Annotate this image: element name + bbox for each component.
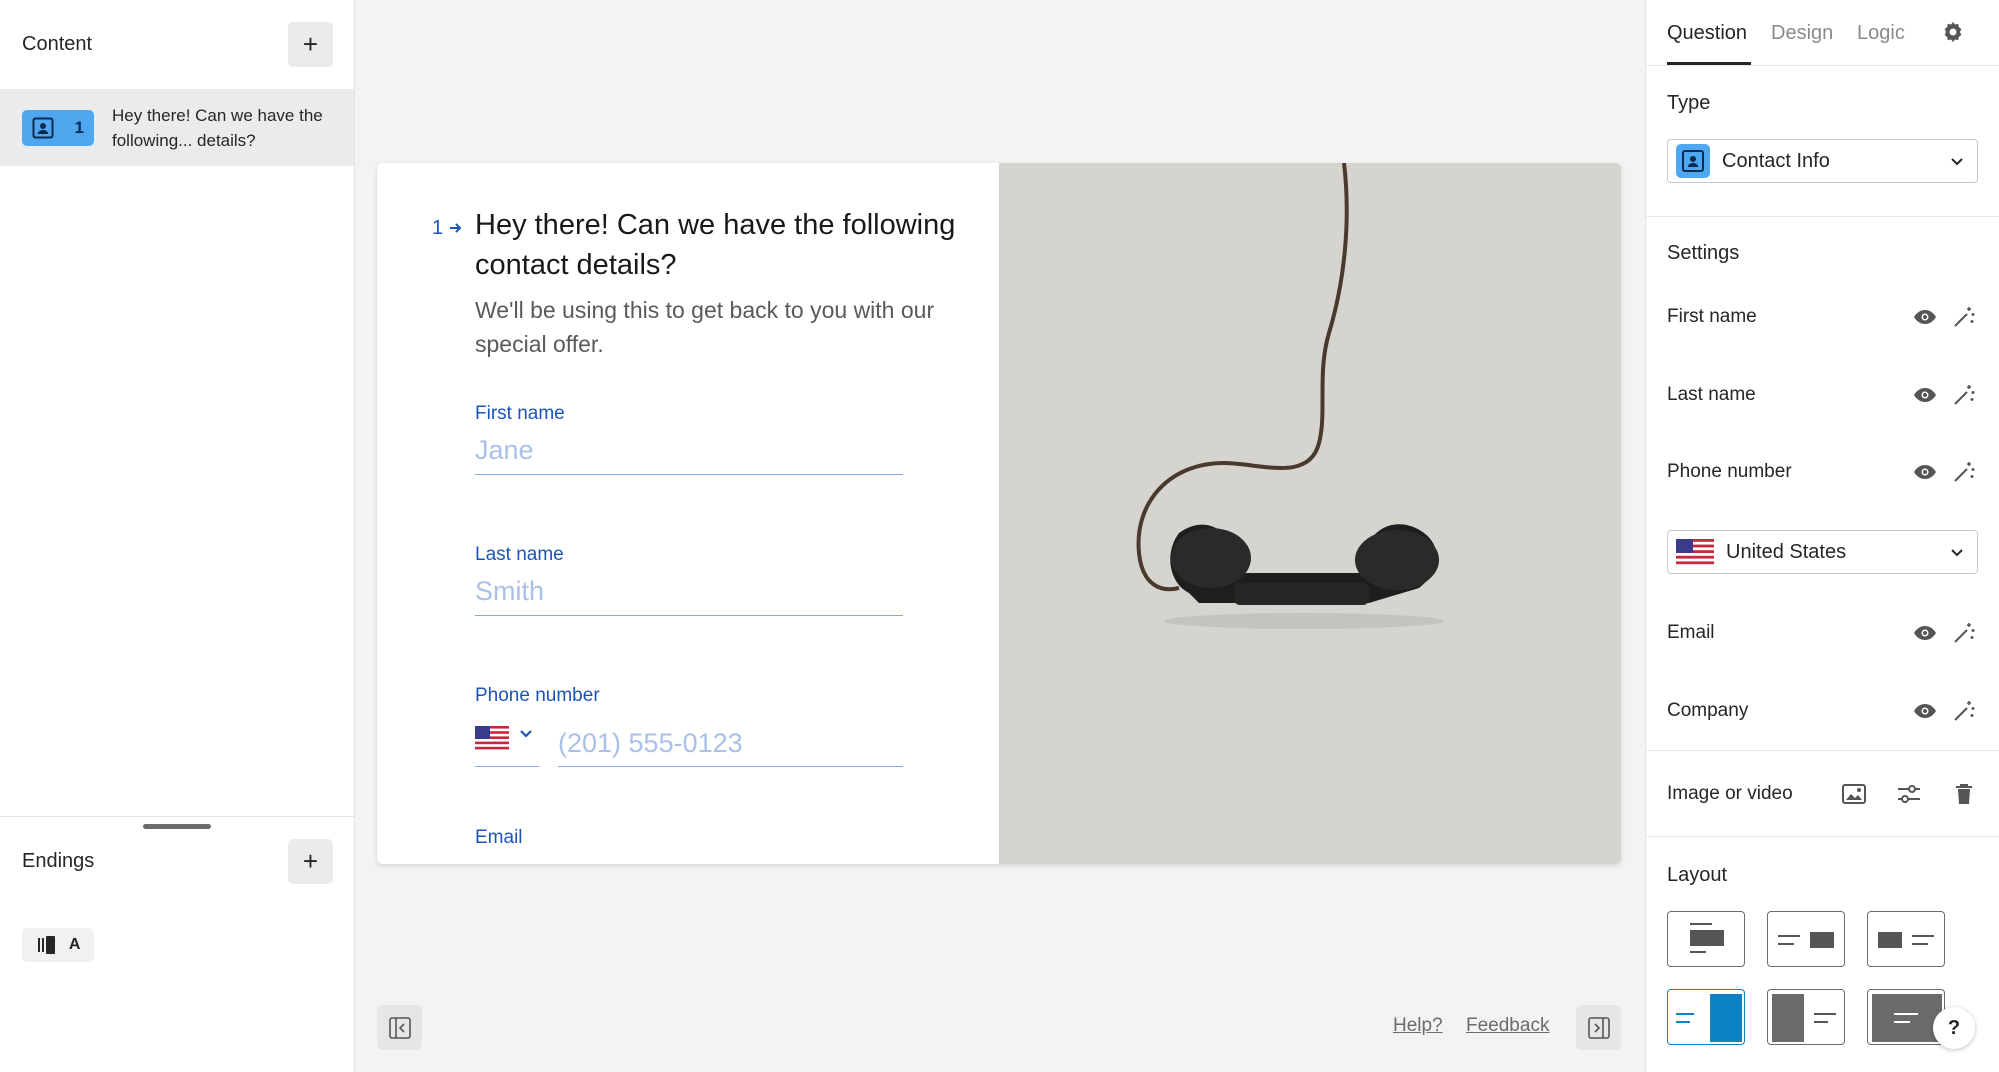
ending-icon xyxy=(37,936,55,954)
trash-icon[interactable] xyxy=(1950,780,1978,808)
ending-item[interactable]: A xyxy=(22,928,94,962)
eye-icon[interactable] xyxy=(1911,619,1939,647)
image-or-video-row: Image or video xyxy=(1667,779,1978,809)
sliders-icon[interactable] xyxy=(1895,780,1923,808)
layout-option-split-right[interactable] xyxy=(1767,911,1845,967)
layout-split-left-icon xyxy=(1878,932,1934,948)
layout-background-icon xyxy=(1872,994,1942,1042)
contact-card-icon xyxy=(1676,144,1710,178)
image-icon[interactable] xyxy=(1840,780,1868,808)
tab-question[interactable]: Question xyxy=(1667,22,1747,45)
collapse-left-icon xyxy=(388,1016,411,1039)
setting-company: Company xyxy=(1667,696,1978,726)
phone-label: Phone number xyxy=(475,685,600,706)
plus-icon: + xyxy=(302,845,319,876)
tab-logic[interactable]: Logic xyxy=(1857,22,1905,45)
setting-last-name: Last name xyxy=(1667,380,1978,410)
first-name-input[interactable]: Jane xyxy=(475,431,903,475)
setting-email: Email xyxy=(1667,618,1978,648)
magic-wand-icon[interactable] xyxy=(1950,458,1978,486)
layout-option-split-left[interactable] xyxy=(1867,911,1945,967)
magic-wand-icon[interactable] xyxy=(1950,381,1978,409)
eye-icon[interactable] xyxy=(1911,303,1939,331)
type-title: Type xyxy=(1667,92,1711,114)
question-number: 1 xyxy=(74,117,84,137)
contact-card-icon xyxy=(32,117,54,138)
resize-handle[interactable] xyxy=(143,824,211,829)
panel-tabs: Question Design Logic xyxy=(1646,0,1999,66)
settings-title: Settings xyxy=(1667,242,1740,264)
last-name-label: Last name xyxy=(475,544,564,565)
divider xyxy=(1646,750,1999,751)
last-name-input[interactable]: Smith xyxy=(475,572,903,616)
content-title: Content xyxy=(22,32,93,55)
left-sidebar: Content + 1 Hey there! Can we have the f… xyxy=(0,0,355,1072)
collapse-left-button[interactable] xyxy=(377,1005,422,1050)
type-select-value: Contact Info xyxy=(1722,149,1830,172)
feedback-link[interactable]: Feedback xyxy=(1466,1015,1549,1037)
flag-us-icon xyxy=(475,726,509,750)
arrow-right-icon xyxy=(449,223,462,233)
layout-wallpaper-left-icon xyxy=(1772,994,1836,1042)
country-select-value: United States xyxy=(1726,540,1847,563)
country-code-select[interactable] xyxy=(475,720,539,767)
question-number-indicator: 1 xyxy=(432,217,463,240)
content-header: Content + xyxy=(0,0,354,88)
phone-input[interactable]: (201) 555-0123 xyxy=(558,720,903,767)
collapse-right-button[interactable] xyxy=(1576,1005,1621,1050)
magic-wand-icon[interactable] xyxy=(1950,303,1978,331)
email-label: Email xyxy=(475,827,523,848)
form-preview-card: 1 Hey there! Can we have the following c… xyxy=(377,163,1621,864)
collapse-right-icon xyxy=(1587,1016,1610,1039)
telephone-image xyxy=(999,163,1621,864)
plus-icon: + xyxy=(302,28,319,59)
layout-stack-icon xyxy=(1690,923,1724,953)
question-description[interactable]: We'll be using this to get back to you w… xyxy=(475,293,935,361)
divider xyxy=(1646,836,1999,837)
tab-design[interactable]: Design xyxy=(1771,22,1833,45)
help-link[interactable]: Help? xyxy=(1393,1015,1443,1037)
layout-option-wallpaper-left[interactable] xyxy=(1767,989,1845,1045)
layout-option-background[interactable] xyxy=(1867,989,1945,1045)
chevron-down-icon xyxy=(1951,549,1963,557)
add-content-button[interactable]: + xyxy=(288,21,333,67)
chevron-down-icon xyxy=(1951,158,1963,166)
magic-wand-icon[interactable] xyxy=(1950,619,1978,647)
layout-wallpaper-right-icon xyxy=(1676,994,1742,1042)
content-list-item[interactable]: 1 Hey there! Can we have the following..… xyxy=(0,89,354,166)
telephone-handset-image xyxy=(1136,163,1444,629)
question-title[interactable]: Hey there! Can we have the following con… xyxy=(475,205,975,285)
gear-icon[interactable] xyxy=(1939,18,1967,46)
setting-first-name: First name xyxy=(1667,302,1978,332)
type-select[interactable]: Contact Info xyxy=(1667,139,1978,183)
ending-letter: A xyxy=(68,936,81,953)
magic-wand-icon[interactable] xyxy=(1950,697,1978,725)
endings-title: Endings xyxy=(22,849,95,872)
endings-header: Endings + xyxy=(0,837,354,885)
country-select[interactable]: United States xyxy=(1667,530,1978,574)
layout-option-stack[interactable] xyxy=(1667,911,1745,967)
layout-title: Layout xyxy=(1667,864,1728,886)
first-name-label: First name xyxy=(475,403,565,424)
layout-option-wallpaper-right[interactable] xyxy=(1667,989,1745,1045)
divider xyxy=(1646,216,1999,217)
chevron-down-icon xyxy=(520,730,532,738)
setting-phone-number: Phone number xyxy=(1667,457,1978,487)
tab-underline xyxy=(1667,62,1751,65)
question-type-badge: 1 xyxy=(22,109,94,146)
flag-us-icon xyxy=(1676,539,1714,565)
eye-icon[interactable] xyxy=(1911,458,1939,486)
content-item-text: Hey there! Can we have the following... … xyxy=(112,105,323,150)
divider xyxy=(0,816,354,817)
eye-icon[interactable] xyxy=(1911,697,1939,725)
right-panel: Question Design Logic Type Contact Info … xyxy=(1645,0,1999,1072)
layout-split-right-icon xyxy=(1778,932,1834,948)
add-ending-button[interactable]: + xyxy=(288,838,333,884)
help-button[interactable]: ? xyxy=(1933,1007,1975,1049)
eye-icon[interactable] xyxy=(1911,381,1939,409)
image-title: Image or video xyxy=(1667,783,1793,804)
